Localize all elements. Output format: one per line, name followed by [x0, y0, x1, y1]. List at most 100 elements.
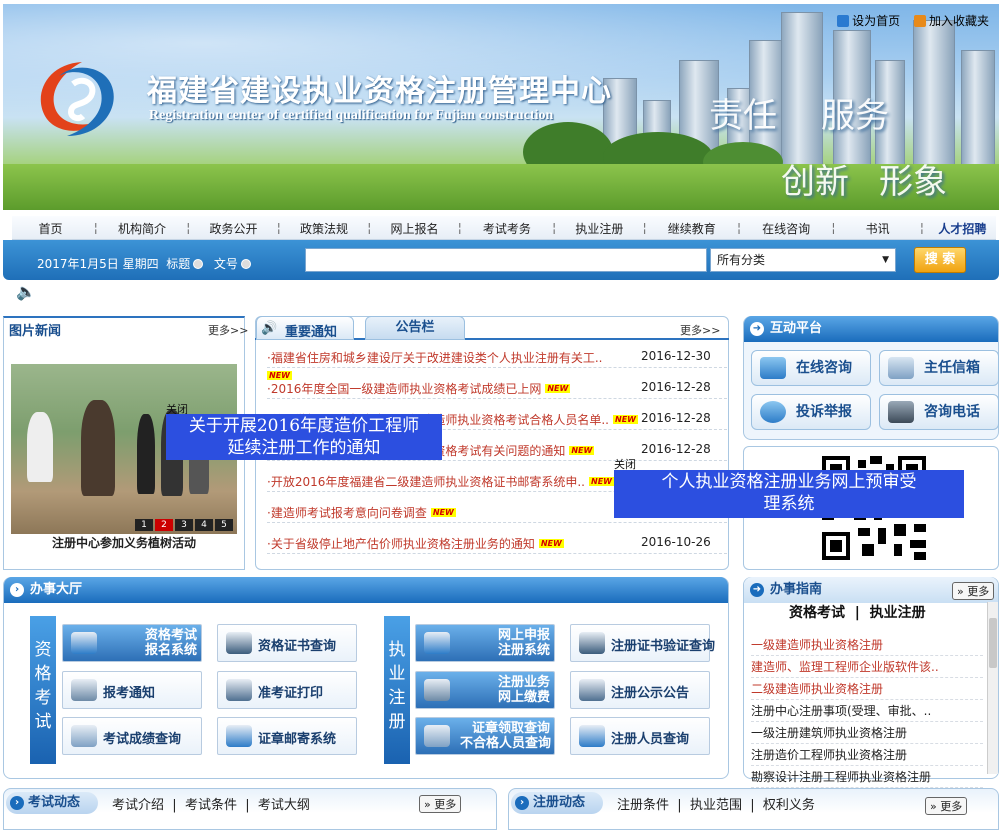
- search-button[interactable]: 搜 索: [914, 247, 966, 273]
- exam-news-links: 考试介绍 | 考试条件 | 考试大纲: [112, 798, 310, 813]
- tab-exam-news[interactable]: › 考试动态: [6, 792, 98, 814]
- nav-separator: ¦: [276, 221, 281, 235]
- nav-item[interactable]: 政策法规: [285, 220, 362, 237]
- notice-item[interactable]: ·关于省级停止地产估价师执业资格注册业务的通知 NEW 2016-10-26: [267, 532, 727, 554]
- pager-button[interactable]: 3: [175, 519, 193, 531]
- guide-scrollbar[interactable]: [987, 602, 998, 774]
- notice-item-date: 2016-12-28: [641, 442, 711, 456]
- pager-button[interactable]: 4: [195, 519, 213, 531]
- chevron-down-icon: ▼: [882, 255, 889, 265]
- link-exam-outline[interactable]: 考试大纲: [258, 798, 310, 813]
- search-meta: 2017年1月5日 星期四 标题 文号: [37, 255, 254, 272]
- exam-service-3-label: 准考证打印: [258, 686, 324, 701]
- reg-service-5-button[interactable]: 注册人员查询: [570, 717, 710, 755]
- notice-item-title[interactable]: ·福建省住房和城乡建设厅关于改进建设类个人执业注册有关工..: [267, 351, 602, 365]
- tab-guide-exam[interactable]: 资格考试: [789, 605, 845, 621]
- tab-bulletin[interactable]: 公告栏: [365, 316, 465, 340]
- nav-separator: ¦: [736, 221, 742, 235]
- notice-item-title[interactable]: ·开放2016年度福建省二级建造师执业资格证书邮寄系统申..: [267, 475, 585, 489]
- set-home-link[interactable]: 设为首页: [837, 14, 900, 28]
- exam-service-5-button[interactable]: 证章邮寄系统: [217, 717, 357, 755]
- guide-item[interactable]: 注册造价工程师执业资格注册: [751, 744, 983, 766]
- hotline-button[interactable]: 咨询电话: [879, 394, 999, 430]
- guide-item[interactable]: 建造师、监理工程师企业版软件该..: [751, 656, 983, 678]
- notice-more-link[interactable]: 更多>>: [680, 322, 720, 338]
- nav-item[interactable]: 网上报名: [376, 220, 453, 237]
- nav-item[interactable]: 在线咨询: [746, 220, 827, 237]
- exam-service-3-button[interactable]: 准考证打印: [217, 671, 357, 709]
- radio-title[interactable]: [193, 259, 204, 269]
- exam-service-4-icon: [71, 725, 97, 747]
- nav-item[interactable]: 政务公开: [195, 220, 272, 237]
- guide-title-text: 办事指南: [770, 582, 823, 597]
- nav-item[interactable]: 执业注册: [561, 220, 638, 237]
- link-reg-conditions[interactable]: 注册条件: [617, 798, 669, 813]
- reg-service-1-button[interactable]: 注册证书验证查询: [570, 624, 715, 662]
- reg-service-3-icon: [579, 679, 605, 701]
- guide-more-button[interactable]: » 更多: [952, 582, 995, 600]
- notice-item[interactable]: ·福建省住房和城乡建设厅关于改进建设类个人执业注册有关工.. 2016-12-30: [267, 346, 727, 368]
- nav-item[interactable]: 继续教育: [651, 220, 732, 237]
- exam-news-more-button[interactable]: » 更多: [419, 795, 462, 813]
- notice-item-title[interactable]: ·建造师考试报考意向问卷调查: [267, 506, 427, 520]
- notice-item-title[interactable]: ·关于省级停止地产估价师执业资格注册业务的通知: [267, 537, 535, 551]
- reg-news-more-button[interactable]: » 更多: [925, 797, 968, 815]
- tab-important-notice[interactable]: 🔊 重要通知: [256, 316, 354, 340]
- main-nav: 首页 ¦ 机构简介 ¦ 政务公开 ¦ 政策法规 ¦ 网上报名 ¦ 考试考务 ¦ 执业注册 ¦ 继续教育 ¦ 在线…: [12, 216, 996, 240]
- nav-item[interactable]: 人才招聘: [929, 220, 996, 237]
- pager-button[interactable]: 1: [135, 519, 153, 531]
- floating-ad-prereview-system[interactable]: 个人执业资格注册业务网上预审受 理系统: [614, 470, 964, 518]
- reg-service-2-button[interactable]: 注册业务 网上缴费: [415, 671, 555, 709]
- link-exam-intro[interactable]: 考试介绍: [112, 798, 164, 813]
- photo-news-more-link[interactable]: 更多>>: [208, 322, 248, 338]
- guide-item[interactable]: 勘察设计注册工程师执业资格注册: [751, 766, 983, 788]
- exam-section-title: 资格考试: [30, 616, 56, 764]
- nav-item[interactable]: 书讯: [840, 220, 915, 237]
- phone-icon: [888, 401, 914, 423]
- category-select[interactable]: 所有分类 ▼: [710, 248, 896, 272]
- exam-service-0-button[interactable]: 资格考试 报名系统: [62, 624, 202, 662]
- guide-item[interactable]: 一级注册建筑师执业资格注册: [751, 722, 983, 744]
- director-mailbox-button[interactable]: 主任信箱: [879, 350, 999, 386]
- exam-news-title: 考试动态: [28, 795, 81, 810]
- exam-service-4-button[interactable]: 考试成绩查询: [62, 717, 202, 755]
- guide-item[interactable]: 二级建造师执业资格注册: [751, 678, 983, 700]
- exam-service-2-button[interactable]: 报考通知: [62, 671, 202, 709]
- tab-reg-news[interactable]: › 注册动态: [511, 792, 603, 814]
- slogan-word: 创新: [781, 162, 849, 202]
- online-consult-label: 在线咨询: [796, 360, 852, 376]
- reg-service-3-button[interactable]: 注册公示公告: [570, 671, 710, 709]
- reg-service-0-button[interactable]: 网上申报 注册系统: [415, 624, 555, 662]
- nav-item[interactable]: 首页: [12, 220, 89, 237]
- speaker-icon[interactable]: 🔈: [16, 282, 36, 301]
- link-practice-scope[interactable]: 执业范围: [690, 798, 742, 813]
- search-option-title[interactable]: 标题: [166, 257, 206, 271]
- radio-doc[interactable]: [240, 259, 251, 269]
- search-input[interactable]: [305, 248, 707, 272]
- add-favorite-link[interactable]: 加入收藏夹: [913, 14, 989, 28]
- online-consult-button[interactable]: 在线咨询: [751, 350, 871, 386]
- nav-item[interactable]: 考试考务: [467, 220, 548, 237]
- nav-separator: ¦: [642, 221, 647, 235]
- search-option-doc[interactable]: 文号: [214, 257, 254, 271]
- floating-ad-cost-engineer[interactable]: 关于开展2016年度造价工程师 延续注册工作的通知: [166, 414, 442, 460]
- nav-separator: ¦: [831, 221, 836, 235]
- photo-news-tab[interactable]: 图片新闻: [9, 320, 61, 339]
- tab-separator: |: [854, 605, 860, 621]
- scrollbar-thumb[interactable]: [989, 618, 997, 668]
- pager-button[interactable]: 5: [215, 519, 233, 531]
- nav-item[interactable]: 机构简介: [103, 220, 182, 237]
- guide-item[interactable]: 注册中心注册事项(受理、审批、..: [751, 700, 983, 722]
- guide-item[interactable]: 一级建造师执业资格注册: [751, 634, 983, 656]
- pager-button[interactable]: 2: [155, 519, 173, 531]
- photo-caption[interactable]: 注册中心参加义务植树活动: [11, 534, 237, 551]
- reg-service-4-button[interactable]: 证章领取查询 不合格人员查询: [415, 717, 555, 755]
- exam-service-1-button[interactable]: 资格证书查询: [217, 624, 357, 662]
- notice-item[interactable]: ·2016年度全国一级建造师执业资格考试成绩已上网 NEW 2016-12-28: [267, 377, 727, 399]
- reg-service-0-icon: [424, 632, 450, 654]
- link-rights-duties[interactable]: 权利义务: [763, 798, 815, 813]
- tab-guide-register[interactable]: 执业注册: [870, 605, 926, 621]
- complaint-button[interactable]: 投诉举报: [751, 394, 871, 430]
- link-exam-conditions[interactable]: 考试条件: [185, 798, 237, 813]
- notice-item-title[interactable]: ·2016年度全国一级建造师执业资格考试成绩已上网: [267, 382, 541, 396]
